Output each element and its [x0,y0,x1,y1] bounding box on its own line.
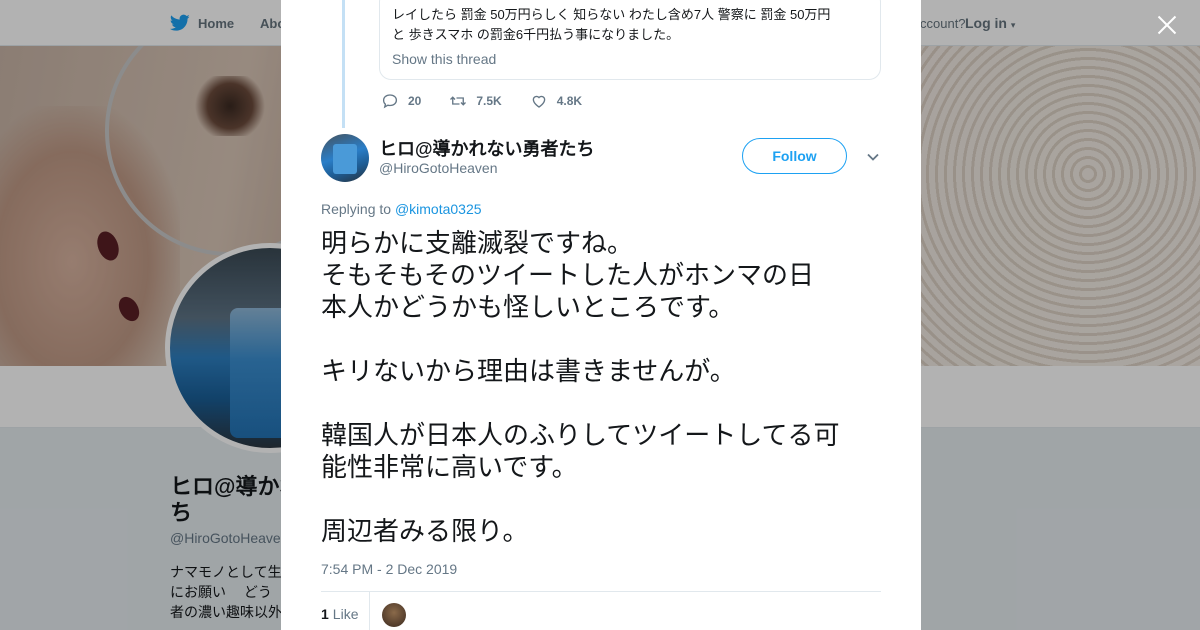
like-stat[interactable]: 1 Like [321,606,358,622]
tweet-modal: レイしたら 罰金 50万円らしく 知らない わたし含め7人 警察に 罰金 50万… [281,0,921,630]
replying-to: Replying to @kimota0325 [321,201,482,217]
quoted-text: レイしたら 罰金 50万円らしく 知らない わたし含め7人 警察に 罰金 50万… [392,7,831,42]
show-thread-link[interactable]: Show this thread [392,51,496,67]
like-stat-count: 1 [321,606,329,622]
chevron-down-icon[interactable] [866,150,880,164]
like-button[interactable]: 4.8K [530,92,582,110]
author-handle[interactable]: @HiroGotoHeaven [379,160,498,176]
close-icon[interactable] [1154,12,1180,38]
tweet-text: 明らかに支離滅裂ですね。 そもそもそのツイートした人がホンマの日 本人かどうかも… [321,229,840,547]
retweet-count: 7.5K [476,94,502,108]
reply-icon [382,94,398,109]
reply-count: 20 [408,94,422,108]
follow-button[interactable]: Follow [742,138,847,174]
retweet-icon [450,96,467,106]
author-avatar[interactable] [321,134,369,182]
like-count: 4.8K [556,94,583,108]
like-stat-label: Like [332,606,359,622]
author-name[interactable]: ヒロ@導かれない勇者たち [379,135,595,161]
retweet-button[interactable]: 7.5K [449,92,502,110]
liker-avatar[interactable] [382,603,406,627]
quoted-tweet-card[interactable]: レイしたら 罰金 50万円らしく 知らない わたし含め7人 警察に 罰金 50万… [379,0,881,80]
thread-connector [342,0,345,128]
heart-icon [532,95,546,108]
stats-separator [369,592,370,630]
stats-divider [321,591,881,592]
replying-mention-link[interactable]: @kimota0325 [395,201,482,217]
tweet-actions: 20 7.5K 4.8K [381,92,610,110]
tweet-timestamp[interactable]: 7:54 PM - 2 Dec 2019 [321,561,457,577]
reply-button[interactable]: 20 [381,92,421,110]
